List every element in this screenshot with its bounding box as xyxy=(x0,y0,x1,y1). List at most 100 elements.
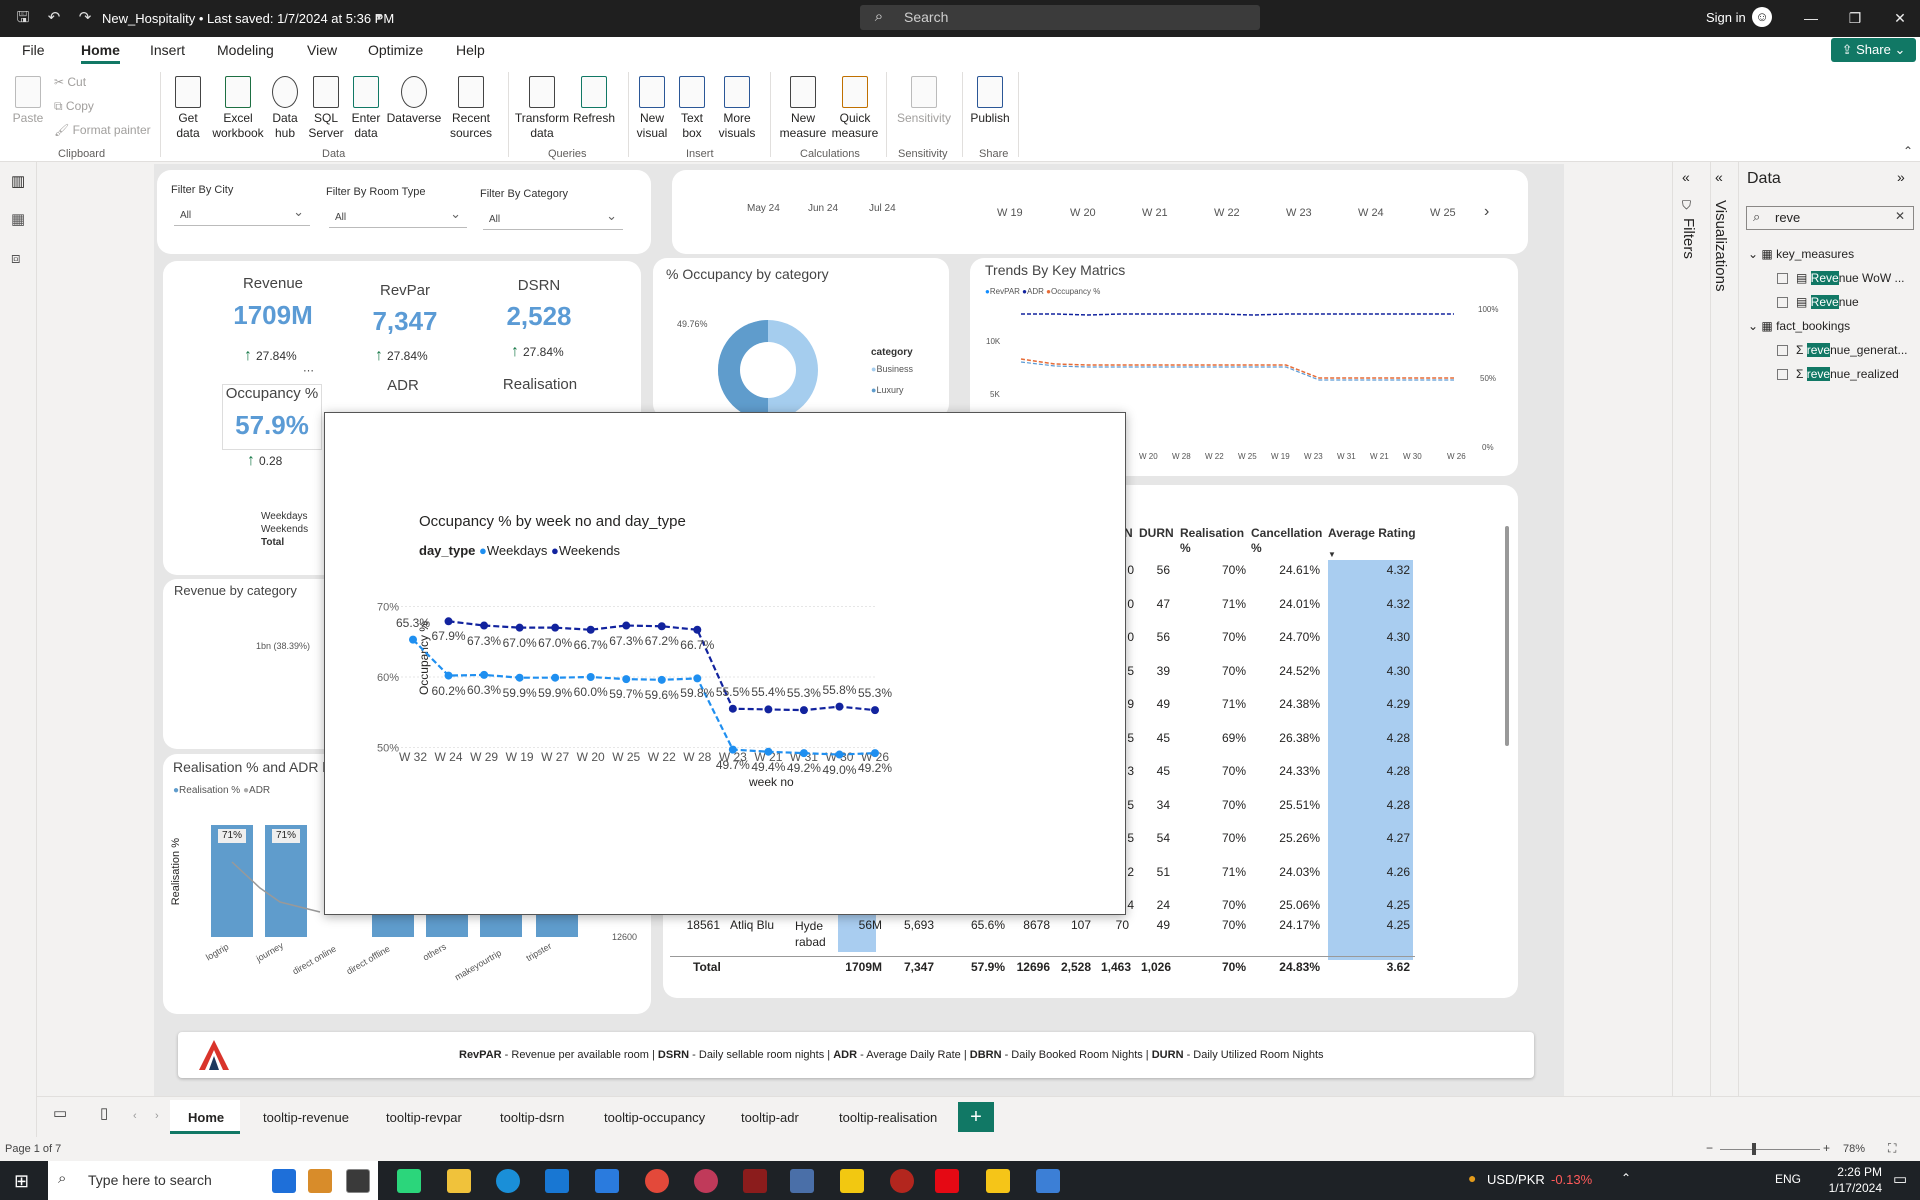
kpi-revenue-value[interactable]: 1709M xyxy=(218,300,328,331)
report-view-icon[interactable]: ▥ xyxy=(11,172,25,190)
more-options-icon[interactable]: ⋯ xyxy=(303,364,314,377)
data-point-weekends[interactable] xyxy=(871,706,879,715)
tree-field-revenue-generated[interactable]: Σ revenue_generat... xyxy=(1777,343,1908,357)
table-scrollbar[interactable] xyxy=(1505,526,1509,746)
data-point-weekends[interactable] xyxy=(728,704,737,713)
dataverse-button[interactable]: Dataverse xyxy=(386,76,442,126)
tab-tooltip-realisation[interactable]: tooltip-realisation xyxy=(839,1110,937,1125)
menu-optimize[interactable]: Optimize xyxy=(368,42,423,58)
zoom-slider[interactable] xyxy=(1720,1149,1820,1150)
collapse-visualizations-icon[interactable]: « xyxy=(1715,169,1723,185)
vscode-icon[interactable] xyxy=(595,1169,619,1193)
data-point-weekdays[interactable] xyxy=(515,673,524,682)
sensitivity-button[interactable]: Sensitivity xyxy=(892,76,956,126)
new-visual-button[interactable]: New visual xyxy=(634,76,670,141)
tab-scroll-first-icon[interactable]: ‹ xyxy=(133,1110,137,1122)
menu-modeling[interactable]: Modeling xyxy=(217,42,274,58)
clock-time[interactable]: 2:26 PM xyxy=(1818,1165,1882,1179)
checkbox[interactable] xyxy=(1777,273,1788,285)
tab-tooltip-revpar[interactable]: tooltip-revpar xyxy=(386,1110,462,1125)
data-search-input[interactable]: reve xyxy=(1746,206,1914,230)
data-point-weekends[interactable] xyxy=(551,623,560,632)
filter-room-type-select[interactable]: All xyxy=(329,204,467,228)
music-icon[interactable] xyxy=(694,1169,718,1193)
visualizations-pane-label[interactable]: Visualizations xyxy=(1712,200,1729,291)
data-point-weekdays[interactable] xyxy=(622,675,631,684)
data-point-weekdays[interactable] xyxy=(657,675,666,684)
excel-workbook-button[interactable]: Excel workbook xyxy=(210,76,266,141)
slicer-next-icon[interactable]: › xyxy=(1484,203,1489,221)
edge-icon[interactable] xyxy=(496,1169,520,1193)
legend-luxury[interactable]: ●Luxury xyxy=(871,385,903,395)
file-explorer-icon[interactable] xyxy=(447,1169,471,1193)
tab-tooltip-occupancy[interactable]: tooltip-occupancy xyxy=(604,1110,705,1125)
recent-sources-button[interactable]: Recent sources xyxy=(446,76,496,141)
data-point-weekends[interactable] xyxy=(657,622,666,631)
filter-category-select[interactable]: All xyxy=(483,206,623,230)
refresh-button[interactable]: Refresh xyxy=(570,76,618,126)
tree-table-fact-bookings[interactable]: ⌄ ▦ fact_bookings xyxy=(1748,319,1850,333)
power-bi-icon[interactable] xyxy=(840,1169,864,1193)
enter-data-button[interactable]: Enter data xyxy=(350,76,382,141)
occupancy-line-chart[interactable]: 70% 60% 50%W 32 W 24 W 29 W 19 W 27 W 20 W 25 W 2… xyxy=(325,413,1127,916)
col-realisation[interactable]: Realisation % xyxy=(1180,526,1244,556)
data-point-weekends[interactable] xyxy=(693,625,702,634)
month-may[interactable]: May 24 xyxy=(747,203,780,214)
menu-file[interactable]: File xyxy=(22,42,45,58)
menu-home[interactable]: Home xyxy=(81,42,120,64)
occupancy-tooltip-popup[interactable]: Occupancy % by week no and day_type day_… xyxy=(324,412,1126,915)
mobile-layout-icon[interactable]: ▯ xyxy=(100,1104,108,1122)
col-average-rating[interactable]: Average Rating xyxy=(1328,526,1416,541)
filters-pane-label[interactable]: Filters xyxy=(1680,218,1697,259)
data-point-weekdays[interactable] xyxy=(799,749,808,758)
week-23[interactable]: W 23 xyxy=(1286,207,1312,219)
zoom-out-icon[interactable]: − xyxy=(1706,1141,1713,1155)
tree-field-revenue-realized[interactable]: Σ revenue_realized xyxy=(1777,367,1899,381)
data-point-weekdays[interactable] xyxy=(586,673,595,681)
kpi-occupancy-value[interactable]: 57.9% xyxy=(222,410,322,441)
filter-city-select[interactable]: All xyxy=(174,202,310,226)
new-measure-button[interactable]: New measure xyxy=(778,76,828,141)
notification-icon[interactable]: ▭ xyxy=(1893,1170,1907,1188)
get-data-button[interactable]: Get data xyxy=(169,76,207,141)
add-page-button[interactable]: + xyxy=(958,1102,994,1132)
data-point-weekdays[interactable] xyxy=(409,635,417,644)
data-point-weekdays[interactable] xyxy=(728,745,737,754)
data-point-weekends[interactable] xyxy=(799,706,808,715)
week-24[interactable]: W 24 xyxy=(1358,207,1384,219)
menu-help[interactable]: Help xyxy=(456,42,485,58)
windows-start-icon[interactable]: ⊞ xyxy=(14,1171,29,1192)
legend-business[interactable]: ●Business xyxy=(871,364,913,374)
sql-server-button[interactable]: SQL Server xyxy=(306,76,346,141)
redo-icon[interactable]: ↷ xyxy=(74,7,96,29)
checkbox[interactable] xyxy=(1777,297,1788,309)
taskbar-app-icon[interactable] xyxy=(790,1169,814,1193)
collapse-data-icon[interactable]: » xyxy=(1897,169,1905,185)
ticker-name[interactable]: USD/PKR xyxy=(1487,1172,1545,1187)
more-visuals-button[interactable]: More visuals xyxy=(712,76,762,141)
data-point-weekends[interactable] xyxy=(764,705,773,714)
month-jul[interactable]: Jul 24 xyxy=(869,203,896,214)
taskbar-app-icon[interactable] xyxy=(986,1169,1010,1193)
tab-tooltip-dsrn[interactable]: tooltip-dsrn xyxy=(500,1110,564,1125)
tray-chevron-icon[interactable]: ⌃ xyxy=(1621,1171,1631,1185)
netflix-icon[interactable] xyxy=(935,1169,959,1193)
collapse-filters-icon[interactable]: « xyxy=(1682,169,1690,185)
clear-search-icon[interactable]: ✕ xyxy=(1895,209,1905,223)
collapse-ribbon-icon[interactable]: ⌃ xyxy=(1903,144,1913,158)
table-view-icon[interactable]: ▦ xyxy=(11,210,25,228)
data-point-weekends[interactable] xyxy=(444,617,453,626)
zoom-in-icon[interactable]: + xyxy=(1823,1141,1830,1155)
data-point-weekdays[interactable] xyxy=(480,670,489,679)
share-button[interactable]: ⇪ Share ⌄ xyxy=(1831,38,1916,62)
restore-icon[interactable]: ❐ xyxy=(1840,7,1870,29)
menu-insert[interactable]: Insert xyxy=(150,42,185,58)
desktop-layout-icon[interactable]: ▭ xyxy=(53,1104,67,1122)
data-point-weekends[interactable] xyxy=(480,621,489,630)
week-21[interactable]: W 21 xyxy=(1142,207,1168,219)
data-hub-button[interactable]: Data hub xyxy=(268,76,302,141)
donut-chart[interactable] xyxy=(700,305,830,420)
avatar-icon[interactable]: ☺ xyxy=(1752,7,1772,27)
data-point-weekdays[interactable] xyxy=(693,674,702,683)
data-point-weekends[interactable] xyxy=(622,621,631,630)
